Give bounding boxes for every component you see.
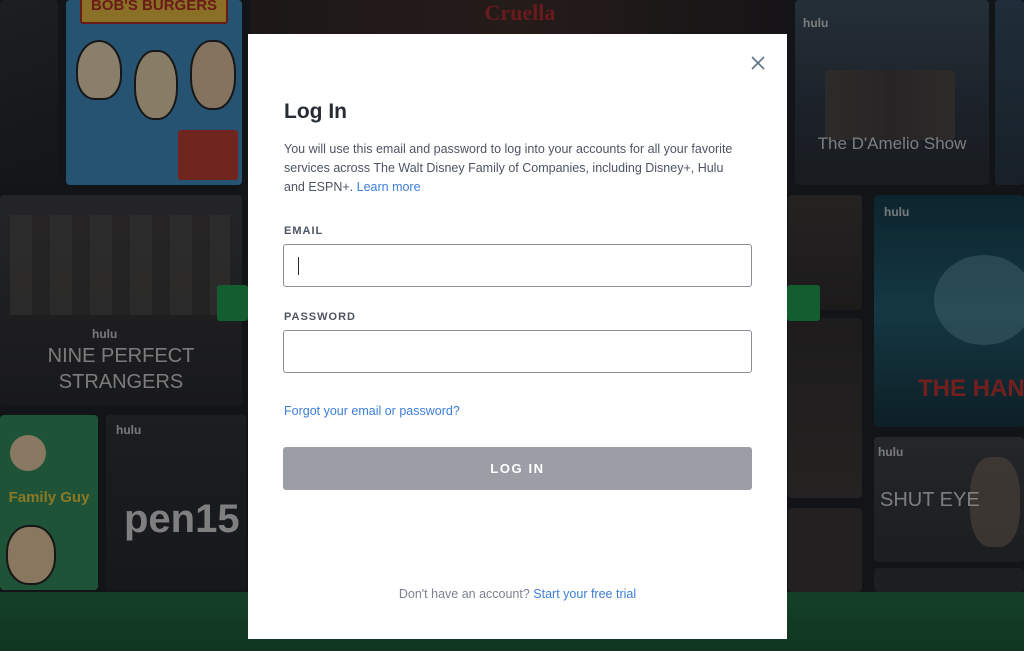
email-field[interactable] (283, 244, 752, 287)
text-caret (298, 257, 299, 275)
modal-description: You will use this email and password to … (284, 140, 744, 197)
description-text: You will use this email and password to … (284, 142, 733, 194)
modal-title: Log In (284, 100, 347, 123)
learn-more-link[interactable]: Learn more (357, 180, 421, 194)
close-button[interactable] (749, 54, 767, 72)
password-field[interactable] (283, 330, 752, 373)
free-trial-link[interactable]: Start your free trial (533, 587, 636, 601)
forgot-credentials-link[interactable]: Forgot your email or password? (284, 404, 460, 418)
login-modal: Log In You will use this email and passw… (248, 34, 787, 639)
email-label: EMAIL (284, 225, 324, 237)
password-label: PASSWORD (284, 311, 356, 323)
login-button[interactable]: LOG IN (283, 447, 752, 490)
signup-footer: Don't have an account? Start your free t… (248, 587, 787, 601)
close-icon (751, 56, 765, 70)
footer-text: Don't have an account? (398, 587, 530, 601)
